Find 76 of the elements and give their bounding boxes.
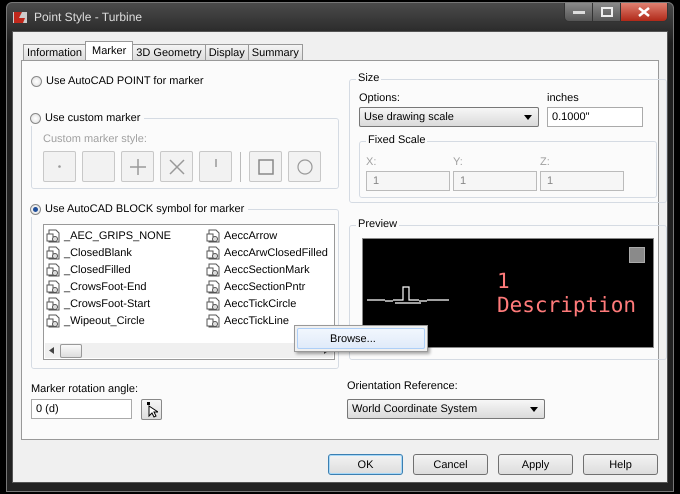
radio-option[interactable]: Use AutoCAD POINT for marker <box>31 73 204 89</box>
fixed-scale-title: Fixed Scale <box>366 134 428 146</box>
menu-item[interactable]: Browse... <box>297 328 425 349</box>
cursor-icon <box>146 402 158 418</box>
radio-option[interactable]: Use custom marker <box>30 110 144 126</box>
block-file-icon <box>206 280 222 294</box>
tab[interactable]: Information <box>23 44 86 60</box>
block-file-icon <box>46 314 62 328</box>
preview-title: Preview <box>356 218 400 230</box>
block-file-icon <box>46 262 62 276</box>
block-list-item[interactable]: _AEC_GRIPS_NONE <box>46 227 206 244</box>
block-list-item[interactable]: _Wipeout_Circle <box>46 312 206 329</box>
pick-button[interactable] <box>141 399 162 420</box>
orientation-label: Orientation Reference: <box>347 380 458 392</box>
caret-icon <box>530 406 538 412</box>
block-file-icon <box>206 262 222 276</box>
app-icon <box>12 10 28 24</box>
dot-marker-icon <box>58 165 61 168</box>
block-list-item[interactable]: AeccArrow <box>206 227 334 244</box>
tab[interactable]: Display <box>204 44 249 60</box>
scale-axis-label: Z: <box>540 156 551 168</box>
point-label-text: Description <box>497 293 636 317</box>
block-file-icon <box>206 228 222 242</box>
block-list-item[interactable]: AeccSectionMark <box>206 261 334 278</box>
units-label: inches <box>547 92 580 104</box>
scroll-left-icon[interactable] <box>49 347 54 354</box>
block-list-item[interactable]: AeccSectionPntr <box>206 278 334 295</box>
maximize-button[interactable] <box>593 3 621 21</box>
scrollbar-thumb[interactable] <box>60 344 82 358</box>
options-label: Options: <box>359 92 401 104</box>
block-file-icon <box>46 246 62 260</box>
circle-marker-icon <box>296 158 312 174</box>
scale-axis-label: Y: <box>453 156 464 168</box>
tab[interactable]: Summary <box>248 44 303 60</box>
square-marker-icon <box>258 158 274 174</box>
block-file-icon <box>46 296 62 310</box>
block-list-item[interactable]: AeccTickCircle <box>206 295 334 312</box>
dialog-button[interactable]: OK <box>328 454 403 475</box>
scale-axis-label: X: <box>366 156 378 168</box>
minimize-button[interactable] <box>565 3 593 21</box>
tick-marker-icon <box>214 158 216 166</box>
caret-icon <box>524 114 532 120</box>
plus-marker-icon <box>130 158 146 174</box>
options-dropdown[interactable]: Use drawing scale <box>359 107 539 127</box>
block-file-icon <box>206 314 222 328</box>
dialog-button[interactable]: Cancel <box>413 454 488 475</box>
custom-marker-label: Custom marker style: <box>43 133 147 145</box>
size-group-title: Size <box>356 72 382 84</box>
block-file-icon <box>46 280 62 294</box>
close-button[interactable] <box>621 3 667 21</box>
block-list-item[interactable]: _CrowsFoot-End <box>46 278 206 295</box>
rotation-angle-field[interactable]: 0 (d) <box>31 399 132 419</box>
rotation-angle-label: Marker rotation angle: <box>31 383 138 395</box>
close-icon <box>638 7 650 17</box>
horizontal-scrollbar[interactable] <box>45 343 333 358</box>
maximize-icon <box>600 7 612 17</box>
dialog-button[interactable]: Apply <box>498 454 573 475</box>
preview-square-icon <box>629 247 645 263</box>
orientation-dropdown[interactable]: World Coordinate System <box>347 399 545 419</box>
radio-option[interactable]: Use AutoCAD BLOCK symbol for marker <box>30 201 248 217</box>
window-title: Point Style - Turbine <box>34 10 142 24</box>
block-file-icon <box>206 296 222 310</box>
block-file-icon <box>206 246 222 260</box>
minimize-icon <box>572 10 584 14</box>
block-file-icon <box>46 228 62 242</box>
block-list-item[interactable]: _ClosedFilled <box>46 261 206 278</box>
tab[interactable]: 3D Geometry <box>132 44 206 60</box>
block-list-item[interactable]: AeccArwClosedFilled <box>206 244 334 261</box>
dialog-button[interactable]: Help <box>583 454 658 475</box>
block-list-item[interactable]: _CrowsFoot-Start <box>46 295 206 312</box>
size-value-field[interactable]: 0.1000" <box>547 107 643 127</box>
tab[interactable]: Marker <box>85 41 134 60</box>
point-label-text: 1 <box>497 269 511 293</box>
cross-marker-icon <box>168 158 184 174</box>
block-list-item[interactable]: _ClosedBlank <box>46 244 206 261</box>
block-list-item[interactable]: AeccTickLine <box>206 312 334 329</box>
